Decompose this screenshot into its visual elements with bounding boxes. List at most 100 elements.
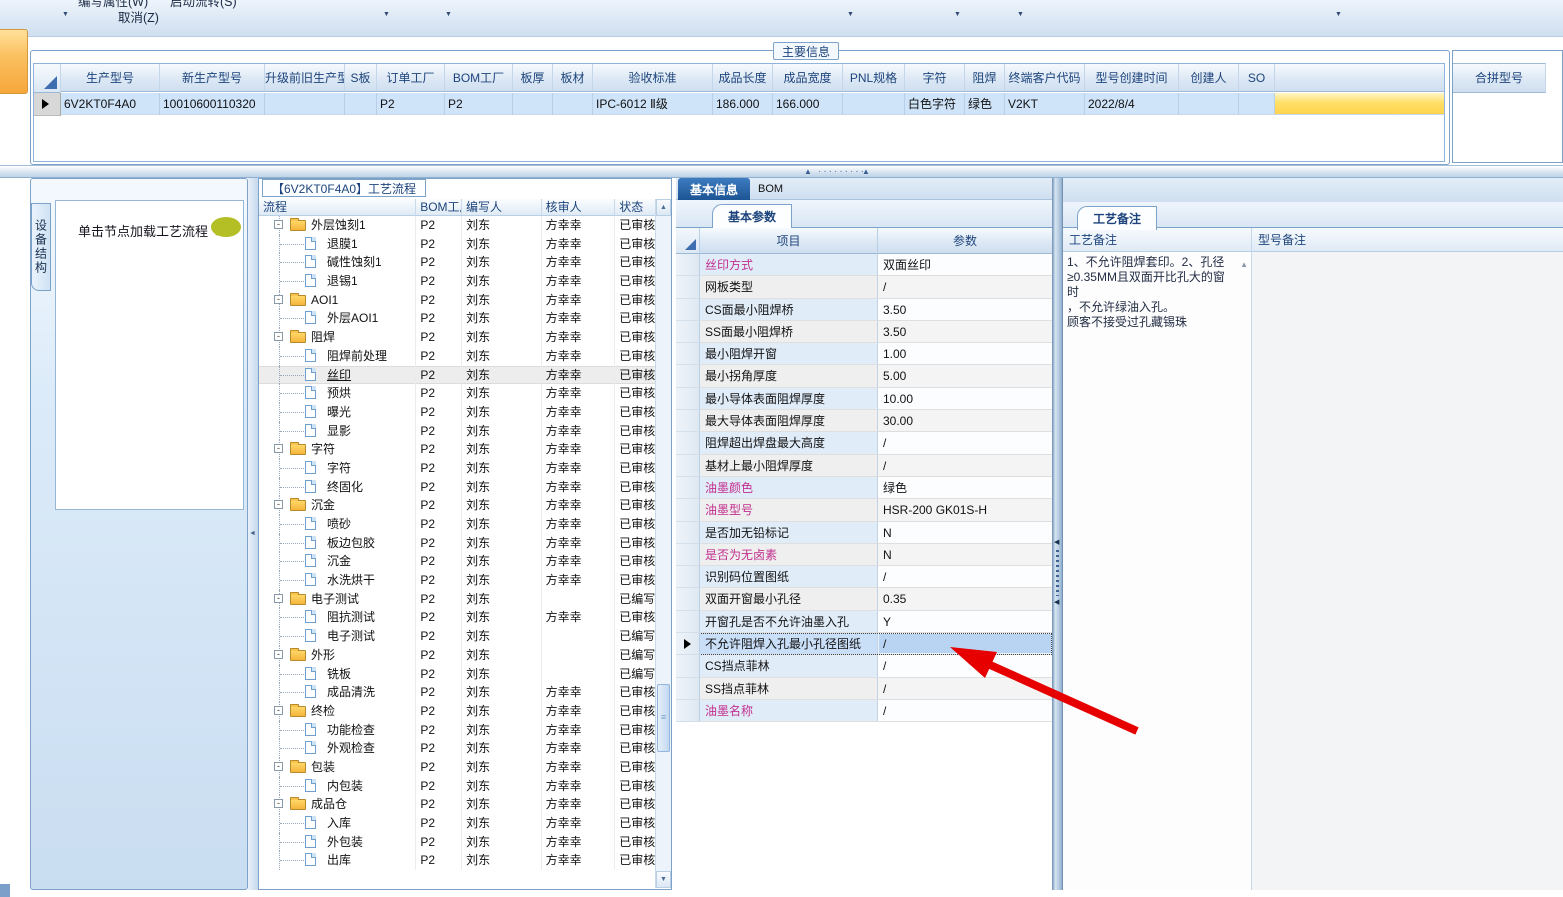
process-row[interactable]: 丝印 P2 刘东 方幸幸 已审核 <box>259 365 655 385</box>
param-item-cell[interactable]: 丝印方式 <box>700 254 878 277</box>
tab-basic-info[interactable]: 基本信息 <box>678 178 751 200</box>
param-row-header[interactable] <box>676 588 700 611</box>
process-row[interactable]: 字符 P2 刘东 方幸幸 已审核 <box>259 458 655 478</box>
param-row[interactable]: 是否为无卤素 N <box>676 543 1052 567</box>
param-row[interactable]: 最小拐角厚度 5.00 <box>676 365 1052 388</box>
data-cell[interactable]: 10010600110320 <box>160 93 265 115</box>
param-row[interactable]: SS面最小阻焊桥 3.50 <box>676 320 1052 344</box>
param-corner-cell[interactable] <box>676 228 700 254</box>
param-row[interactable]: 阻焊超出焊盘最大高度 / <box>676 432 1052 455</box>
column-header-process[interactable]: 流程 <box>259 199 417 216</box>
vertical-splitter-left[interactable]: ◄ <box>248 178 258 890</box>
tab-bom[interactable]: BOM <box>746 178 795 200</box>
param-item-cell[interactable]: CS挡点菲林 <box>700 655 878 678</box>
param-row-header[interactable] <box>676 566 700 589</box>
vertical-splitter-right[interactable]: ◀ ◀ <box>1052 178 1063 890</box>
param-value-cell[interactable]: 3.50 <box>878 298 1052 321</box>
edge-toolbar-button[interactable] <box>0 29 28 94</box>
collapse-up-icon[interactable]: ▲ <box>862 167 870 176</box>
param-row-header[interactable] <box>676 410 700 433</box>
param-row[interactable]: 油墨颜色 绿色 <box>676 476 1052 500</box>
param-row-header[interactable] <box>676 365 700 388</box>
select-all-corner[interactable] <box>34 64 61 93</box>
column-header[interactable]: 型号创建时间 <box>1085 64 1179 92</box>
process-row[interactable]: 退膜1 P2 刘东 方幸幸 已审核 <box>259 234 655 254</box>
column-header-auditor[interactable]: 核审人 <box>541 199 616 216</box>
param-value-cell[interactable]: 双面丝印 <box>878 254 1052 277</box>
collapse-toggle-icon[interactable]: - <box>274 444 283 454</box>
param-value-cell[interactable]: 1.00 <box>878 343 1052 366</box>
column-header-bom-factory[interactable]: BOM工厂 <box>416 199 462 216</box>
param-row-header[interactable] <box>676 320 700 344</box>
process-row[interactable]: 出库 P2 刘东 方幸幸 已审核 <box>259 851 655 871</box>
param-row[interactable]: 开窗孔是否不允许油墨入孔 Y <box>676 610 1052 634</box>
data-cell[interactable]: 绿色 <box>965 93 1005 115</box>
param-row-header[interactable] <box>676 476 700 500</box>
param-item-cell[interactable]: 不允许阻焊入孔最小孔径图纸 <box>700 633 878 656</box>
process-row[interactable]: - 包装 P2 刘东 方幸幸 已审核 <box>259 757 655 777</box>
process-row[interactable]: 铣板 P2 刘东 已编写 <box>259 664 655 684</box>
param-row[interactable]: 双面开窗最小孔径 0.35 <box>676 588 1052 611</box>
param-row-header[interactable] <box>676 499 700 522</box>
param-row[interactable]: SS挡点菲林 / <box>676 677 1052 700</box>
data-cell[interactable]: 白色字符 <box>905 93 965 115</box>
column-header[interactable]: 成品长度 <box>713 64 773 92</box>
param-item-cell[interactable]: 最小阻焊开窗 <box>700 343 878 366</box>
main-info-data-row[interactable]: 6V2KT0F4A0 10010600110320 P2 P2 IPC-6012 Ⅱ级 1… <box>34 93 1444 116</box>
param-row-header[interactable] <box>676 521 700 544</box>
param-item-cell[interactable]: 双面开窗最小孔径 <box>700 588 878 611</box>
param-row-header[interactable] <box>676 276 700 299</box>
tab-device-structure[interactable]: 设备结构 <box>31 203 51 291</box>
param-row-header[interactable] <box>676 343 700 366</box>
empty-highlight-cell[interactable] <box>1275 93 1444 115</box>
param-item-cell[interactable]: 最小拐角厚度 <box>700 365 878 388</box>
param-row-header[interactable] <box>676 454 700 477</box>
param-row[interactable]: 油墨型号 HSR-200 GK01S-H <box>676 499 1052 522</box>
process-row[interactable]: - 沉金 P2 刘东 方幸幸 已审核 <box>259 496 655 515</box>
process-row[interactable]: 水洗烘干 P2 刘东 方幸幸 已审核 <box>259 571 655 590</box>
collapse-toggle-icon[interactable]: - <box>274 332 283 342</box>
collapse-toggle-icon[interactable]: - <box>274 761 283 771</box>
data-cell[interactable] <box>1179 93 1239 115</box>
param-row[interactable]: 最小导体表面阻焊厚度 10.00 <box>676 387 1052 411</box>
param-row[interactable]: 不允许阻焊入孔最小孔径图纸 / <box>676 633 1052 656</box>
data-cell[interactable]: P2 <box>445 93 513 115</box>
collapse-left-icon[interactable]: ◀ <box>1054 538 1059 546</box>
process-row[interactable]: 退锡1 P2 刘东 方幸幸 已审核 <box>259 272 655 291</box>
process-row[interactable]: - 终检 P2 刘东 方幸幸 已审核 <box>259 701 655 721</box>
data-cell[interactable]: 6V2KT0F4A0 <box>61 93 160 115</box>
dropdown-arrow-icon[interactable]: ▼ <box>62 11 69 18</box>
process-row[interactable]: 曝光 P2 刘东 方幸幸 已审核 <box>259 402 655 422</box>
process-row[interactable]: 入库 P2 刘东 方幸幸 已审核 <box>259 814 655 833</box>
param-value-cell[interactable]: 0.35 <box>878 588 1052 611</box>
param-value-cell[interactable]: 30.00 <box>878 410 1052 433</box>
process-row[interactable]: 终固化 P2 刘东 方幸幸 已审核 <box>259 477 655 497</box>
param-value-cell[interactable]: / <box>878 566 1052 589</box>
param-value-cell[interactable]: / <box>878 276 1052 299</box>
process-row[interactable]: 电子测试 P2 刘东 已编写 <box>259 627 655 646</box>
collapse-left-icon[interactable]: ◀ <box>1054 598 1059 606</box>
cancel-button[interactable]: 取消(Z) <box>118 7 159 26</box>
process-row[interactable]: 阻焊前处理 P2 刘东 方幸幸 已审核 <box>259 346 655 366</box>
collapse-toggle-icon[interactable]: - <box>274 500 283 510</box>
param-row-header[interactable] <box>676 655 700 678</box>
column-header-model-remark[interactable]: 型号备注 <box>1252 228 1563 252</box>
param-row-header[interactable] <box>676 254 700 277</box>
param-item-cell[interactable]: 是否加无铅标记 <box>700 521 878 544</box>
param-value-cell[interactable]: / <box>878 432 1052 455</box>
param-item-cell[interactable]: 网板类型 <box>700 276 878 299</box>
splitter-grip[interactable] <box>1056 550 1059 596</box>
data-cell[interactable]: V2KT <box>1005 93 1085 115</box>
column-header[interactable]: 升级前旧生产型号 <box>265 64 345 92</box>
param-value-cell[interactable]: / <box>878 655 1052 678</box>
param-item-cell[interactable]: 油墨颜色 <box>700 476 878 500</box>
merge-model-header[interactable]: 合拼型号 <box>1453 63 1546 93</box>
param-item-cell[interactable]: 基材上最小阻焊厚度 <box>700 454 878 477</box>
column-header[interactable]: 字符 <box>905 64 965 92</box>
column-header[interactable]: PNL规格 <box>843 64 905 92</box>
param-row[interactable]: 油墨名称 / <box>676 699 1052 723</box>
collapse-toggle-icon[interactable]: - <box>274 220 283 229</box>
process-row[interactable]: 板边包胶 P2 刘东 方幸幸 已审核 <box>259 533 655 553</box>
param-item-cell[interactable]: 识别码位置图纸 <box>700 566 878 589</box>
collapse-toggle-icon[interactable]: - <box>274 649 283 659</box>
